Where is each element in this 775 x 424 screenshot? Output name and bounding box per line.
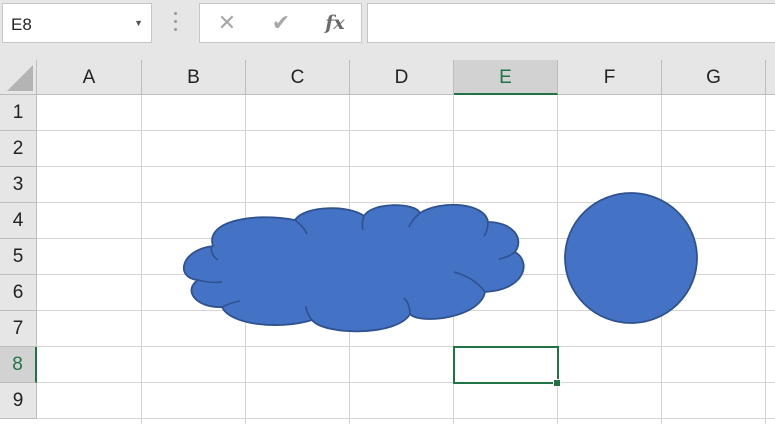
row-header-4[interactable]: 4 bbox=[0, 203, 37, 239]
column-header-e[interactable]: E bbox=[454, 60, 558, 95]
vertical-dots-icon[interactable] bbox=[171, 12, 179, 34]
formula-bar-area: E8 ▼ ✕ ✔ fx bbox=[0, 0, 775, 48]
column-header-partial[interactable] bbox=[766, 60, 775, 95]
select-all-triangle-icon bbox=[7, 65, 33, 91]
name-box[interactable]: E8 ▼ bbox=[2, 3, 152, 43]
fill-handle[interactable] bbox=[553, 379, 561, 387]
row-header-5[interactable]: 5 bbox=[0, 239, 37, 275]
cancel-icon[interactable]: ✕ bbox=[214, 10, 240, 36]
select-all-button[interactable] bbox=[0, 60, 37, 95]
row-header-1[interactable]: 1 bbox=[0, 95, 37, 131]
formula-buttons: ✕ ✔ fx bbox=[199, 3, 362, 43]
row-header-7[interactable]: 7 bbox=[0, 311, 37, 347]
row-header-2[interactable]: 2 bbox=[0, 131, 37, 167]
row-header-8[interactable]: 8 bbox=[0, 347, 37, 383]
column-header-a[interactable]: A bbox=[37, 60, 142, 95]
triangle-down-icon[interactable]: ▼ bbox=[134, 18, 143, 28]
row-header-3[interactable]: 3 bbox=[0, 167, 37, 203]
enter-icon[interactable]: ✔ bbox=[268, 10, 294, 36]
column-header-c[interactable]: C bbox=[246, 60, 350, 95]
row-header-6[interactable]: 6 bbox=[0, 275, 37, 311]
column-header-f[interactable]: F bbox=[558, 60, 662, 95]
column-header-b[interactable]: B bbox=[142, 60, 246, 95]
insert-function-icon[interactable]: fx bbox=[320, 10, 350, 36]
worksheet: A B C D E F G 1 2 3 4 5 6 7 8 9 bbox=[0, 60, 775, 424]
name-box-value: E8 bbox=[11, 15, 32, 34]
column-header-g[interactable]: G bbox=[662, 60, 766, 95]
column-header-d[interactable]: D bbox=[350, 60, 454, 95]
formula-input[interactable] bbox=[367, 3, 775, 43]
selected-cell-e8[interactable] bbox=[453, 346, 559, 384]
row-header-9[interactable]: 9 bbox=[0, 383, 37, 419]
cell-grid[interactable] bbox=[37, 95, 775, 424]
